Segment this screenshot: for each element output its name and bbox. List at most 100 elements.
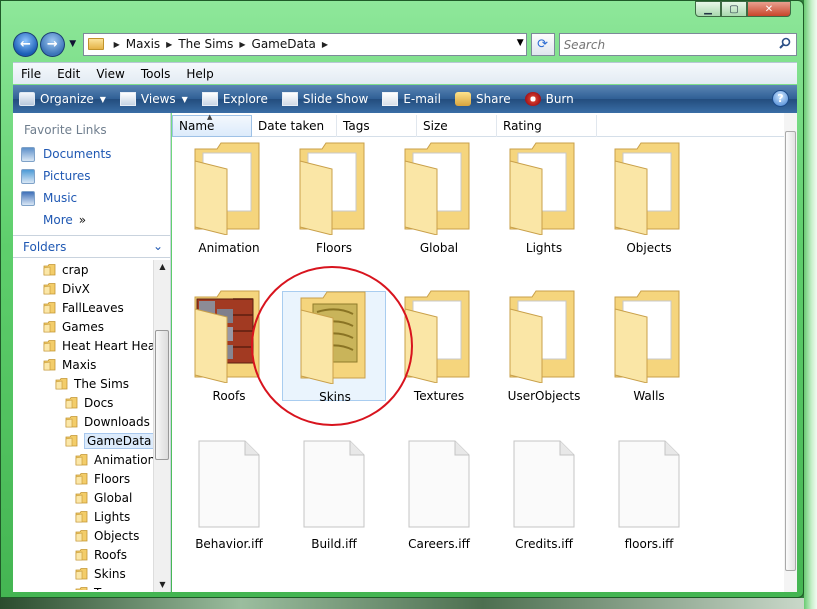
menu-view[interactable]: View [88,67,132,81]
minimize-button[interactable]: ▁ [695,1,721,17]
column-header-size[interactable]: Size [417,115,497,137]
folder-item-userobjects[interactable]: UserObjects [492,287,596,407]
tree-item-label: Downloads [84,414,150,429]
more-link[interactable]: More » [13,209,170,231]
close-icon: ✕ [764,3,774,15]
column-header-date-taken[interactable]: Date taken [252,115,337,137]
folder-tree-scrollbar[interactable]: ▲ ▼ [153,260,170,592]
file-item-careers-iff[interactable]: Careers.iff [387,435,491,555]
slide-show-button[interactable]: Slide Show [281,92,368,106]
folder-item-objects[interactable]: Objects [597,139,701,259]
recent-pages-dropdown[interactable]: ▼ [67,39,79,49]
file-item-credits-iff[interactable]: Credits.iff [492,435,596,555]
music-icon [21,190,35,206]
column-header-name[interactable]: Name ▲ [172,113,252,137]
command-label: Explore [222,92,268,106]
column-header-rating[interactable]: Rating [497,115,597,137]
tree-item-global[interactable]: Global [13,488,153,507]
tree-item-label: The Sims [74,376,130,391]
folder-item-floors[interactable]: Floors [282,139,386,259]
tree-item-animation[interactable]: Animation [13,450,153,469]
e-mail-button[interactable]: E-mail [382,92,441,106]
search-box[interactable] [558,32,797,56]
favorite-link-music[interactable]: Music [13,187,170,209]
tree-item-tex[interactable]: Tex [13,583,153,590]
search-icon[interactable] [779,37,791,49]
crumb-separator-icon[interactable]: ▶ [114,40,120,49]
tree-item-crap[interactable]: crap [13,260,153,279]
folders-header[interactable]: Folders ⌄ [13,235,170,258]
file-item-behavior-iff[interactable]: Behavior.iff [177,435,281,555]
tree-item-lights[interactable]: Lights [13,507,153,526]
column-header-tags[interactable]: Tags [337,115,417,137]
folder-item-global[interactable]: Global [387,139,491,259]
folder-icon [75,586,88,590]
file-item-build-iff[interactable]: Build.iff [282,435,386,555]
maximize-button[interactable]: ▢ [721,1,747,17]
scrollbar-thumb[interactable] [785,131,796,571]
views-button[interactable]: Views ▼ [119,92,188,106]
scrollbar-thumb[interactable] [155,330,169,460]
crumb-separator-icon[interactable]: ▶ [166,40,172,49]
tree-item-floors[interactable]: Floors [13,469,153,488]
command-label: Burn [545,92,574,106]
folder-item-walls[interactable]: Walls [597,287,701,407]
tree-item-roofs[interactable]: Roofs [13,545,153,564]
favorite-links-header: Favorite Links [24,123,107,137]
menu-file[interactable]: File [13,67,49,81]
organize-button[interactable]: Organize ▼ [19,92,106,106]
explore-icon [201,92,218,106]
tree-item-maxis[interactable]: Maxis [13,355,153,374]
tree-item-heat-heart-heav[interactable]: Heat Heart Heav [13,336,153,355]
tree-item-docs[interactable]: Docs [13,393,153,412]
folder-item-animation[interactable]: Animation [177,139,281,259]
menu-help[interactable]: Help [178,67,221,81]
burn-button[interactable]: Burn [524,92,574,106]
file-grid: Animation Floors Global Lights Objects Roofs S… [172,137,782,592]
refresh-button[interactable]: ⟳ [530,32,555,56]
favorite-link-documents[interactable]: Documents [13,143,170,165]
item-name: Build.iff [311,537,357,551]
tree-item-gamedata[interactable]: GameData [13,431,153,450]
tree-item-fallleaves[interactable]: FallLeaves [13,298,153,317]
close-button[interactable]: ✕ [747,1,791,17]
favorite-link-pictures[interactable]: Pictures [13,165,170,187]
scroll-down-icon[interactable]: ▼ [154,578,171,592]
help-icon[interactable]: ? [772,90,789,107]
folder-item-roofs[interactable]: Roofs [177,287,281,407]
command-label: Organize [40,92,94,106]
folder-tree: crap DivX FallLeaves Games Heat Heart Heav Ma… [13,260,153,590]
back-button[interactable]: ← [13,31,38,57]
column-header-label: Name [179,119,215,133]
tree-item-divx[interactable]: DivX [13,279,153,298]
folder-icon [55,377,68,390]
address-dropdown-icon[interactable]: ▼ [517,38,524,48]
address-bar[interactable]: ▶ Maxis ▶ The Sims ▶ GameData ▶ ▼ [82,32,527,56]
scroll-up-icon[interactable]: ▲ [154,260,171,274]
tree-item-games[interactable]: Games [13,317,153,336]
favorite-link-label: Documents [43,147,112,161]
crumb-separator-icon[interactable]: ▶ [239,40,245,49]
crumb-the-sims[interactable]: The Sims [178,37,233,51]
folder-item-textures[interactable]: Textures [387,287,491,407]
crumb-maxis[interactable]: Maxis [126,37,160,51]
tree-item-the-sims[interactable]: The Sims [13,374,153,393]
file-item-floors-iff[interactable]: floors.iff [597,435,701,555]
tree-item-skins[interactable]: Skins [13,564,153,583]
crumb-gamedata[interactable]: GameData [252,37,316,51]
file-list-scrollbar[interactable] [784,113,797,592]
crumb-separator-icon[interactable]: ▶ [322,40,328,49]
tree-item-downloads[interactable]: Downloads [13,412,153,431]
tree-item-objects[interactable]: Objects [13,526,153,545]
share-button[interactable]: Share [454,92,511,106]
search-input[interactable] [563,34,774,55]
menu-edit[interactable]: Edit [49,67,88,81]
refresh-icon: ⟳ [537,36,549,52]
explore-button[interactable]: Explore [201,92,268,106]
forward-button[interactable]: → [39,31,65,57]
navigation-pane: Favorite Links Documents Pictures Music Mo… [13,113,171,592]
command-bar: Organize ▼ Views ▼ Explore Slide Show E-mail Sh… [13,85,797,113]
folder-item-skins[interactable]: Skins [282,291,386,404]
folder-item-lights[interactable]: Lights [492,139,596,259]
menu-tools[interactable]: Tools [133,67,179,81]
